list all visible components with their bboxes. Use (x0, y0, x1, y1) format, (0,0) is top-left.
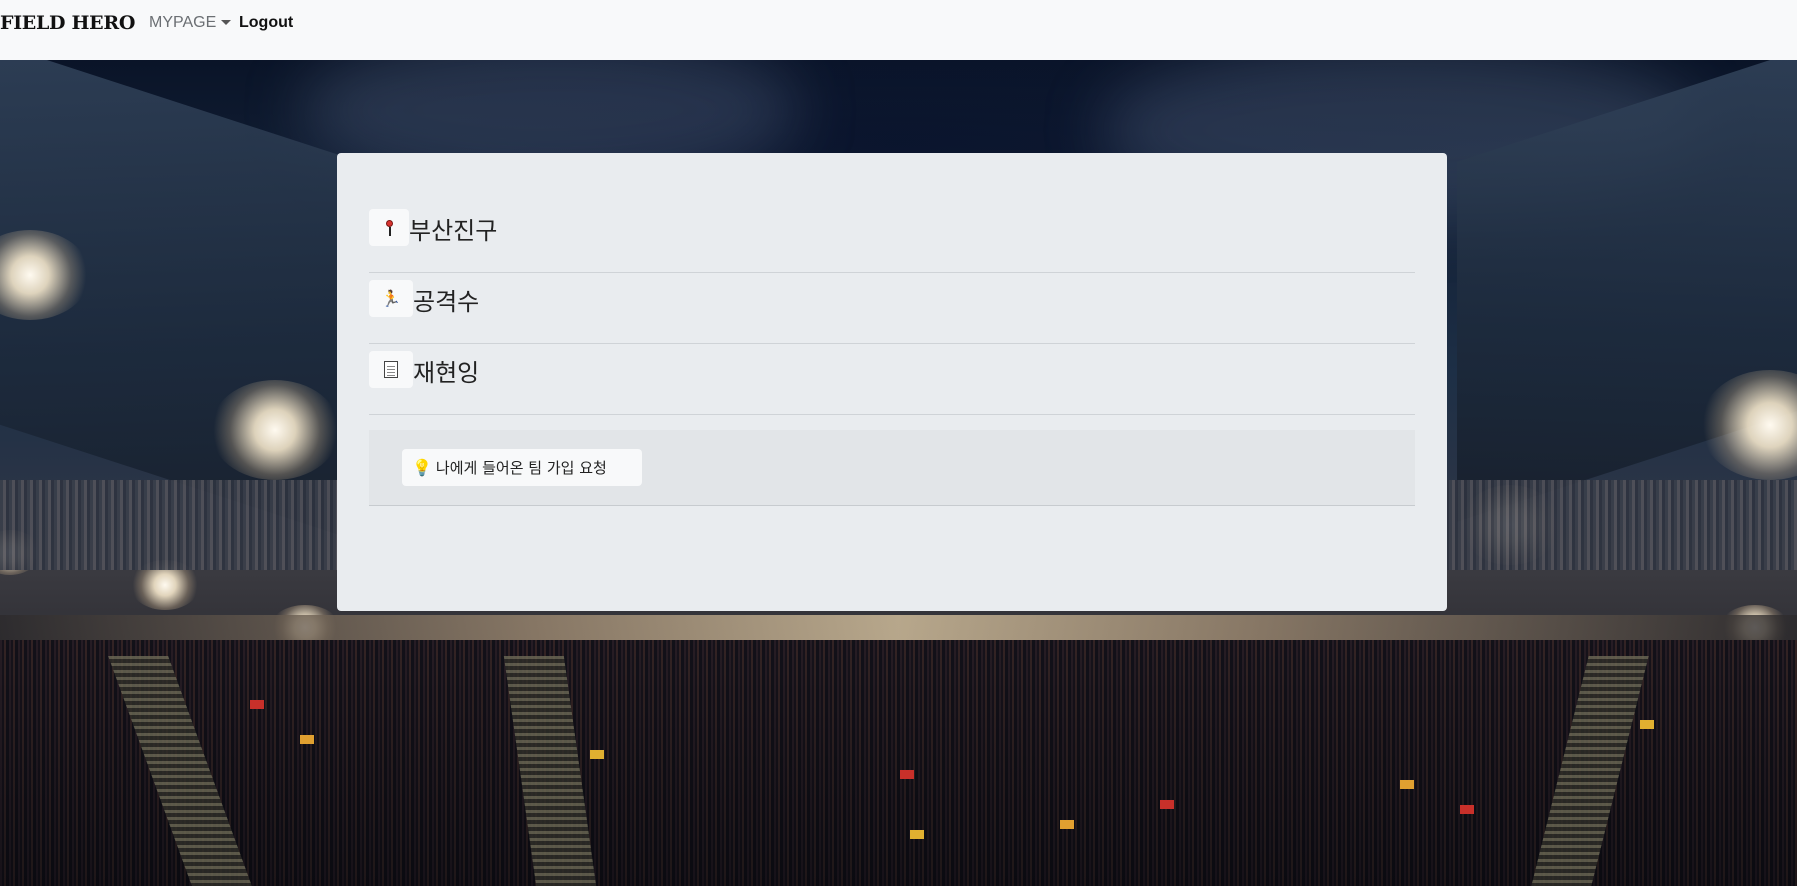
mypage-dropdown[interactable]: MYPAGE (149, 14, 232, 32)
profile-card: 부산진구 🏃 공격수 재현잉 💡 나에게 들어온 팀 가입 요청 (337, 153, 1447, 611)
team-request-panel: 💡 나에게 들어온 팀 가입 요청 (369, 430, 1415, 506)
pushpin-icon (369, 209, 409, 246)
location-text: 부산진구 (409, 217, 498, 245)
navbar: FIELD HERO MYPAGE Logout (0, 0, 1797, 60)
location-row: 부산진구 (369, 209, 1415, 273)
name-row: 재현잉 (369, 344, 1415, 415)
position-row: 🏃 공격수 (369, 273, 1415, 344)
logout-link[interactable]: Logout (239, 14, 293, 32)
position-text: 공격수 (413, 288, 480, 316)
team-join-request-button[interactable]: 💡 나에게 들어온 팀 가입 요청 (402, 449, 642, 486)
runner-icon: 🏃 (369, 280, 413, 317)
lightbulb-icon: 💡 (412, 458, 432, 477)
caret-down-icon (221, 19, 232, 25)
document-icon (369, 351, 413, 388)
mypage-label: MYPAGE (149, 14, 217, 31)
name-text: 재현잉 (413, 359, 480, 387)
team-join-request-label: 나에게 들어온 팀 가입 요청 (435, 459, 607, 477)
brand-logo[interactable]: FIELD HERO (0, 12, 135, 34)
